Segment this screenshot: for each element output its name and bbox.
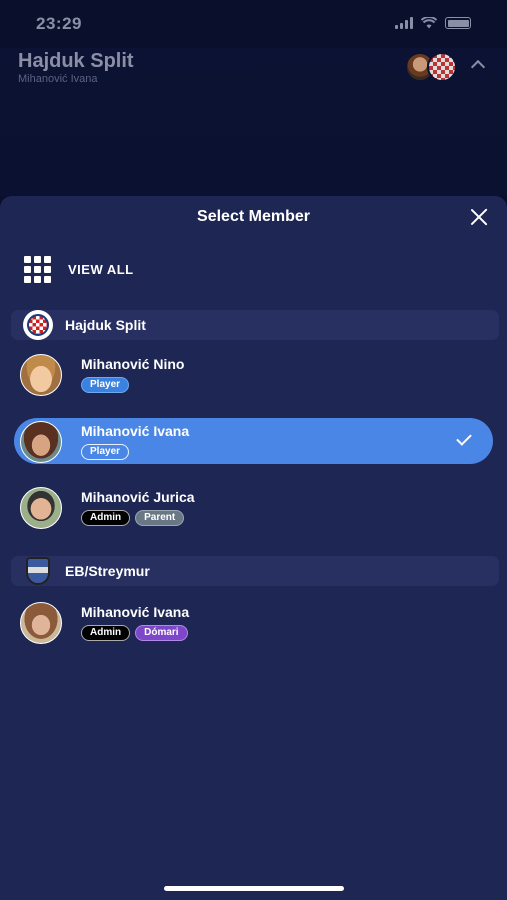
streymur-shield-icon (23, 556, 53, 586)
sheet-title: Select Member (197, 208, 310, 225)
role-badge-player: Player (81, 377, 130, 393)
select-member-sheet: Select Member VIEW ALL Hajduk Split Miha… (0, 196, 507, 900)
group-header-eb-streymur: EB/Streymur (11, 556, 499, 586)
wifi-icon (421, 17, 437, 29)
role-badge-parent: Parent (135, 510, 185, 526)
team-header[interactable]: Hajduk Split Mihanović Ivana (0, 48, 507, 196)
check-icon (456, 430, 472, 446)
status-time: 23:29 (36, 14, 82, 33)
member-row[interactable]: Mihanović Ivana Admin Dómari (14, 599, 493, 645)
team-crest-icon (427, 52, 457, 82)
member-name: Mihanović Ivana (81, 604, 190, 620)
avatar (20, 421, 62, 463)
role-badges: Admin Parent (81, 510, 185, 526)
member-row-selected[interactable]: Mihanović Ivana Player (14, 418, 493, 464)
status-icons (395, 17, 471, 29)
grid-icon (24, 256, 54, 283)
home-indicator[interactable] (164, 886, 344, 891)
close-icon[interactable] (469, 207, 489, 227)
role-badges: Admin Dómari (81, 625, 188, 641)
header-avatars (405, 52, 457, 82)
member-row[interactable]: Mihanović Nino Player (14, 351, 493, 397)
member-name: Mihanović Jurica (81, 489, 195, 505)
member-name: Mihanović Ivana (81, 423, 190, 439)
chevron-up-icon[interactable] (470, 59, 486, 75)
group-header-hajduk-split: Hajduk Split (11, 310, 499, 340)
role-badges: Player (81, 377, 130, 393)
hajduk-crest-icon (23, 310, 53, 340)
role-badge-domari: Dómari (135, 625, 188, 641)
avatar (20, 487, 62, 529)
status-bar: 23:29 (0, 0, 507, 48)
role-badges: Player (81, 444, 130, 460)
view-all-label: VIEW ALL (68, 261, 134, 277)
team-title: Hajduk Split (18, 50, 134, 72)
avatar (20, 602, 62, 644)
role-badge-admin: Admin (81, 510, 131, 526)
view-all-button[interactable]: VIEW ALL (24, 256, 134, 283)
member-name: Mihanović Nino (81, 356, 185, 372)
group-name: EB/Streymur (65, 563, 150, 579)
role-badge-player: Player (81, 444, 130, 460)
member-subtitle: Mihanović Ivana (18, 73, 98, 85)
avatar (20, 354, 62, 396)
battery-icon (445, 17, 471, 29)
signal-icon (395, 17, 413, 29)
group-name: Hajduk Split (65, 317, 146, 333)
member-row[interactable]: Mihanović Jurica Admin Parent (14, 484, 493, 530)
role-badge-admin: Admin (81, 625, 131, 641)
